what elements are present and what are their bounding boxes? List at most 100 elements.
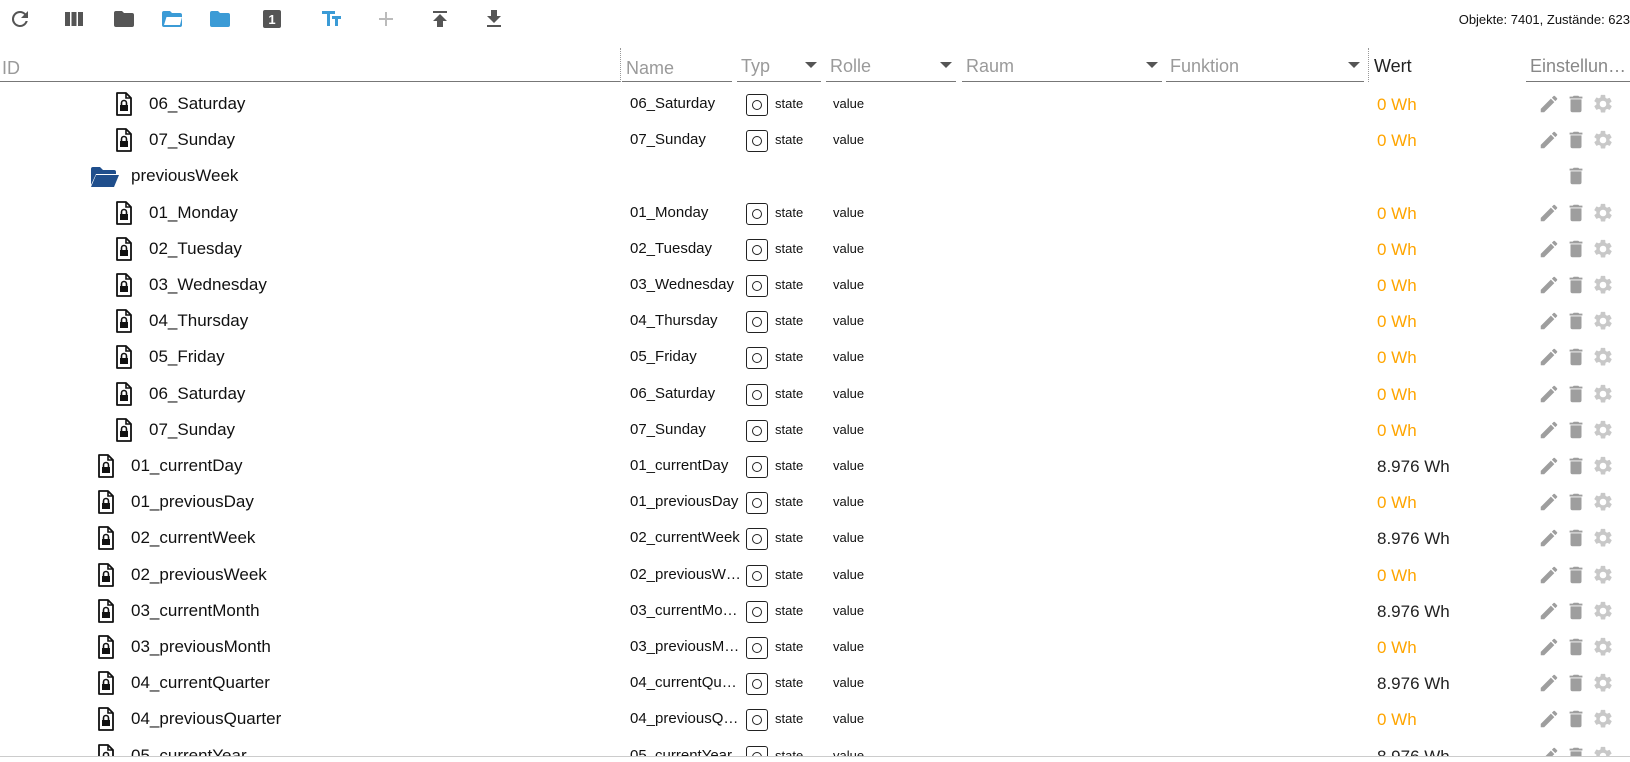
edit-button[interactable] [1538,455,1560,477]
funktion-select[interactable]: Funktion [1166,46,1364,84]
state-row[interactable]: 04_currentQuarter 04_currentQu… state value… [0,665,1630,701]
edit-button[interactable] [1538,419,1560,441]
state-row[interactable]: 01_previousDay 01_previousDay state value 0 … [0,484,1630,520]
delete-button[interactable] [1565,636,1587,658]
delete-button[interactable] [1565,165,1587,187]
settings-button[interactable] [1592,708,1614,730]
column-resizer[interactable] [620,48,621,82]
name-filter[interactable]: Name [622,46,732,84]
state-row[interactable]: 03_currentMonth 03_currentMo… state value 8.… [0,593,1630,629]
state-row[interactable]: 02_currentWeek 02_currentWeek state value 8.… [0,520,1630,556]
settings-button[interactable] [1592,346,1614,368]
settings-button[interactable] [1592,129,1614,151]
delete-button[interactable] [1565,600,1587,622]
delete-button[interactable] [1565,129,1587,151]
edit-button[interactable] [1538,672,1560,694]
edit-button[interactable] [1538,564,1560,586]
delete-button[interactable] [1565,419,1587,441]
state-value[interactable]: 0 Wh [1377,204,1417,224]
state-value[interactable]: 8.976 Wh [1377,457,1450,477]
state-row[interactable]: 05_currentYear 05_currentYear state value 8.… [0,738,1630,756]
settings-button[interactable] [1592,93,1614,115]
delete-button[interactable] [1565,491,1587,513]
state-row[interactable]: 05_Friday 05_Friday state value 0 Wh [0,339,1630,375]
settings-button[interactable] [1592,636,1614,658]
edit-button[interactable] [1538,636,1560,658]
delete-button[interactable] [1565,564,1587,586]
delete-button[interactable] [1565,274,1587,296]
settings-button[interactable] [1592,672,1614,694]
delete-button[interactable] [1565,93,1587,115]
refresh-button[interactable] [6,6,34,32]
edit-button[interactable] [1538,238,1560,260]
delete-button[interactable] [1565,310,1587,332]
edit-button[interactable] [1538,129,1560,151]
download-button[interactable] [480,6,508,32]
rolle-select[interactable]: Rolle [826,46,956,84]
raum-select[interactable]: Raum [962,46,1162,84]
edit-button[interactable] [1538,491,1560,513]
delete-button[interactable] [1565,346,1587,368]
state-value[interactable]: 8.976 Wh [1377,529,1450,549]
columns-button[interactable] [60,6,88,32]
settings-button[interactable] [1592,238,1614,260]
state-row[interactable]: 01_currentDay 01_currentDay state value 8.97… [0,448,1630,484]
edit-button[interactable] [1538,346,1560,368]
state-row[interactable]: 04_previousQuarter 04_previousQ… state valu… [0,701,1630,737]
add-button[interactable] [372,6,400,32]
edit-button[interactable] [1538,202,1560,224]
settings-button[interactable] [1592,745,1614,756]
edit-button[interactable] [1538,600,1560,622]
typ-select[interactable]: Typ [737,46,821,84]
state-row[interactable]: 01_Monday 01_Monday state value 0 Wh [0,195,1630,231]
state-row[interactable]: 07_Sunday 07_Sunday state value 0 Wh [0,412,1630,448]
delete-button[interactable] [1565,383,1587,405]
text-size-button[interactable] [318,6,346,32]
settings-button[interactable] [1592,564,1614,586]
folder-row[interactable]: previousWeek [0,158,1630,194]
id-filter[interactable]: ID [0,46,620,84]
collapse-folders-button[interactable] [206,6,234,32]
state-value[interactable]: 0 Wh [1377,312,1417,332]
state-value[interactable]: 0 Wh [1377,493,1417,513]
state-value[interactable]: 0 Wh [1377,421,1417,441]
state-row[interactable]: 04_Thursday 04_Thursday state value 0 Wh [0,303,1630,339]
state-value[interactable]: 0 Wh [1377,566,1417,586]
delete-button[interactable] [1565,455,1587,477]
delete-button[interactable] [1565,527,1587,549]
settings-button[interactable] [1592,274,1614,296]
state-value[interactable]: 0 Wh [1377,385,1417,405]
state-value[interactable]: 0 Wh [1377,240,1417,260]
folder-open-icon[interactable] [90,166,120,193]
edit-button[interactable] [1538,274,1560,296]
state-value[interactable]: 0 Wh [1377,95,1417,115]
state-value[interactable]: 8.976 Wh [1377,674,1450,694]
edit-button[interactable] [1538,310,1560,332]
delete-button[interactable] [1565,745,1587,756]
state-value[interactable]: 0 Wh [1377,710,1417,730]
edit-button[interactable] [1538,527,1560,549]
state-value[interactable]: 0 Wh [1377,276,1417,296]
counter-button[interactable]: 1 [258,6,286,32]
settings-button[interactable] [1592,383,1614,405]
edit-button[interactable] [1538,383,1560,405]
settings-button[interactable] [1592,527,1614,549]
state-row[interactable]: 03_previousMonth 03_previousM… state value 0… [0,629,1630,665]
delete-button[interactable] [1565,708,1587,730]
settings-button[interactable] [1592,455,1614,477]
state-value[interactable]: 0 Wh [1377,131,1417,151]
state-row[interactable]: 02_previousWeek 02_previousW… state value 0 … [0,557,1630,593]
state-row[interactable]: 06_Saturday 06_Saturday state value 0 Wh [0,376,1630,412]
settings-button[interactable] [1592,310,1614,332]
state-value[interactable]: 8.976 Wh [1377,602,1450,622]
settings-button[interactable] [1592,491,1614,513]
state-row[interactable]: 02_Tuesday 02_Tuesday state value 0 Wh [0,231,1630,267]
state-row[interactable]: 03_Wednesday 03_Wednesday state value 0 Wh [0,267,1630,303]
upload-button[interactable] [426,6,454,32]
delete-button[interactable] [1565,202,1587,224]
state-value[interactable]: 0 Wh [1377,638,1417,658]
edit-button[interactable] [1538,708,1560,730]
state-row[interactable]: 06_Saturday 06_Saturday state value 0 Wh [0,86,1630,122]
state-value[interactable]: 8.976 Wh [1377,747,1450,756]
delete-button[interactable] [1565,672,1587,694]
